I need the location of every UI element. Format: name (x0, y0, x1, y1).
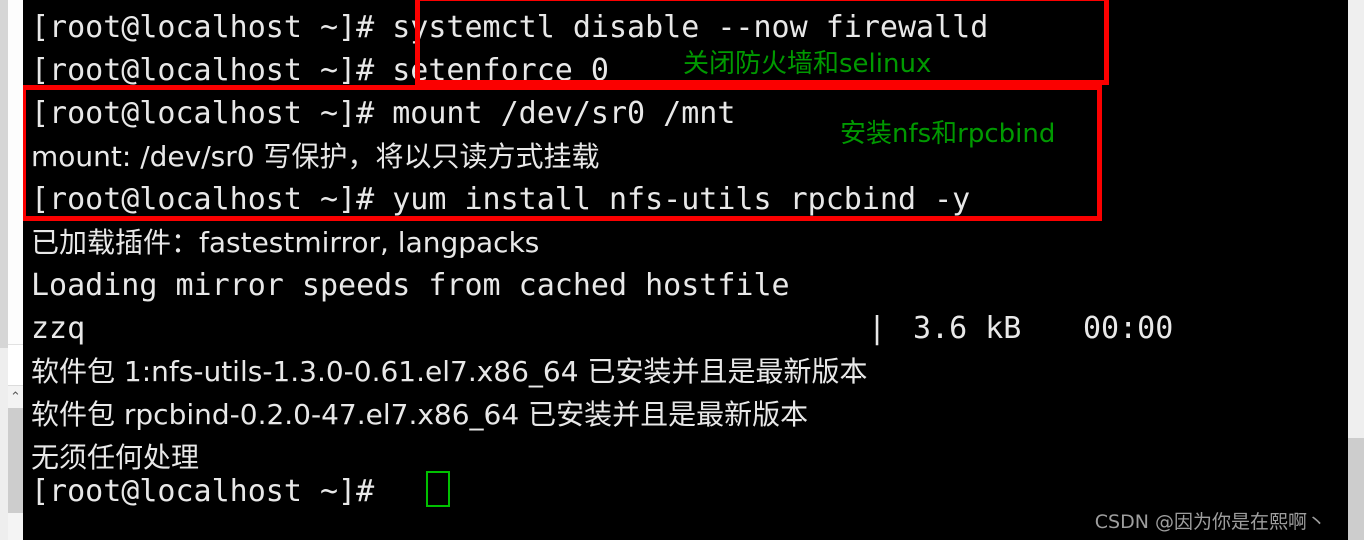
terminal-line-command-setenforce: [root@localhost ~]# setenforce 0 (31, 53, 609, 88)
terminal-line-output-plugins: 已加载插件：fastestmirror, langpacks (31, 226, 540, 259)
left-scrollbar-thumb[interactable] (8, 408, 23, 513)
chevron-up-icon[interactable]: ⌃ (8, 386, 23, 408)
terminal-window[interactable]: [root@localhost ~]# systemctl disable --… (23, 0, 1348, 540)
terminal-line-command-mount: [root@localhost ~]# mount /dev/sr0 /mnt (31, 96, 736, 131)
terminal-line-output-mount-warning: mount: /dev/sr0 写保护，将以只读方式挂载 (31, 140, 600, 173)
repo-meta-time: 00:00 (1083, 311, 1174, 346)
repo-meta-size: 3.6 kB (913, 311, 1022, 346)
csdn-watermark: CSDN @因为你是在熙啊丶 (1094, 511, 1326, 533)
annotation-install-nfs-rpcbind: 安装nfs和rpcbind (840, 119, 1056, 149)
terminal-cursor (426, 471, 450, 507)
terminal-line-command-firewalld: [root@localhost ~]# systemctl disable --… (31, 10, 989, 45)
left-scrollbar-track-lower[interactable] (8, 513, 23, 540)
screenshot-root: ⌃ [root@localhost ~]# systemctl disable … (0, 0, 1364, 540)
terminal-line-output-mirror-speeds: Loading mirror speeds from cached hostfi… (31, 268, 790, 303)
repo-meta-separator: | (868, 311, 887, 346)
right-scrollbar-thumb[interactable] (1348, 438, 1364, 540)
terminal-line-command-yum-install: [root@localhost ~]# yum install nfs-util… (31, 182, 971, 217)
terminal-line-final-prompt: [root@localhost ~]# (31, 474, 393, 509)
left-scrollbar-track-upper[interactable] (8, 0, 23, 345)
terminal-line-output-repo-name: zzq (31, 311, 86, 346)
left-scrollbar-edge-lower (0, 348, 8, 540)
left-scrollbar-track-white[interactable] (8, 345, 23, 386)
annotation-disable-firewall-selinux: 关闭防火墙和selinux (683, 49, 932, 79)
terminal-line-output-package-nfs-utils: 软件包 1:nfs-utils-1.3.0-0.61.el7.x86_64 已安… (31, 355, 868, 388)
left-scrollbar[interactable]: ⌃ (0, 0, 23, 540)
terminal-line-output-package-rpcbind: 软件包 rpcbind-0.2.0-47.el7.x86_64 已安装并且是最新… (31, 398, 809, 431)
